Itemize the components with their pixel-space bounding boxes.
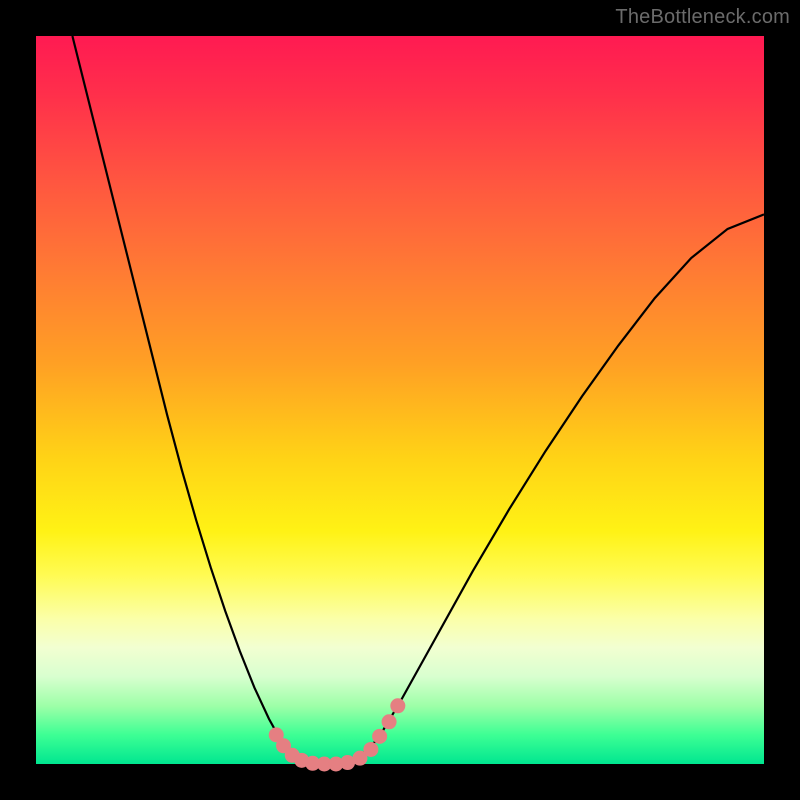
chart-svg xyxy=(36,36,764,764)
curve-marker xyxy=(390,698,405,713)
curve-marker xyxy=(363,742,378,757)
curve-marker xyxy=(382,714,397,729)
bottom-marker-group xyxy=(269,698,406,771)
watermark-text: TheBottleneck.com xyxy=(615,6,790,29)
curve-marker xyxy=(372,729,387,744)
bottleneck-curve-line xyxy=(72,36,764,764)
chart-plot-area xyxy=(36,36,764,764)
chart-frame: TheBottleneck.com xyxy=(0,0,800,800)
